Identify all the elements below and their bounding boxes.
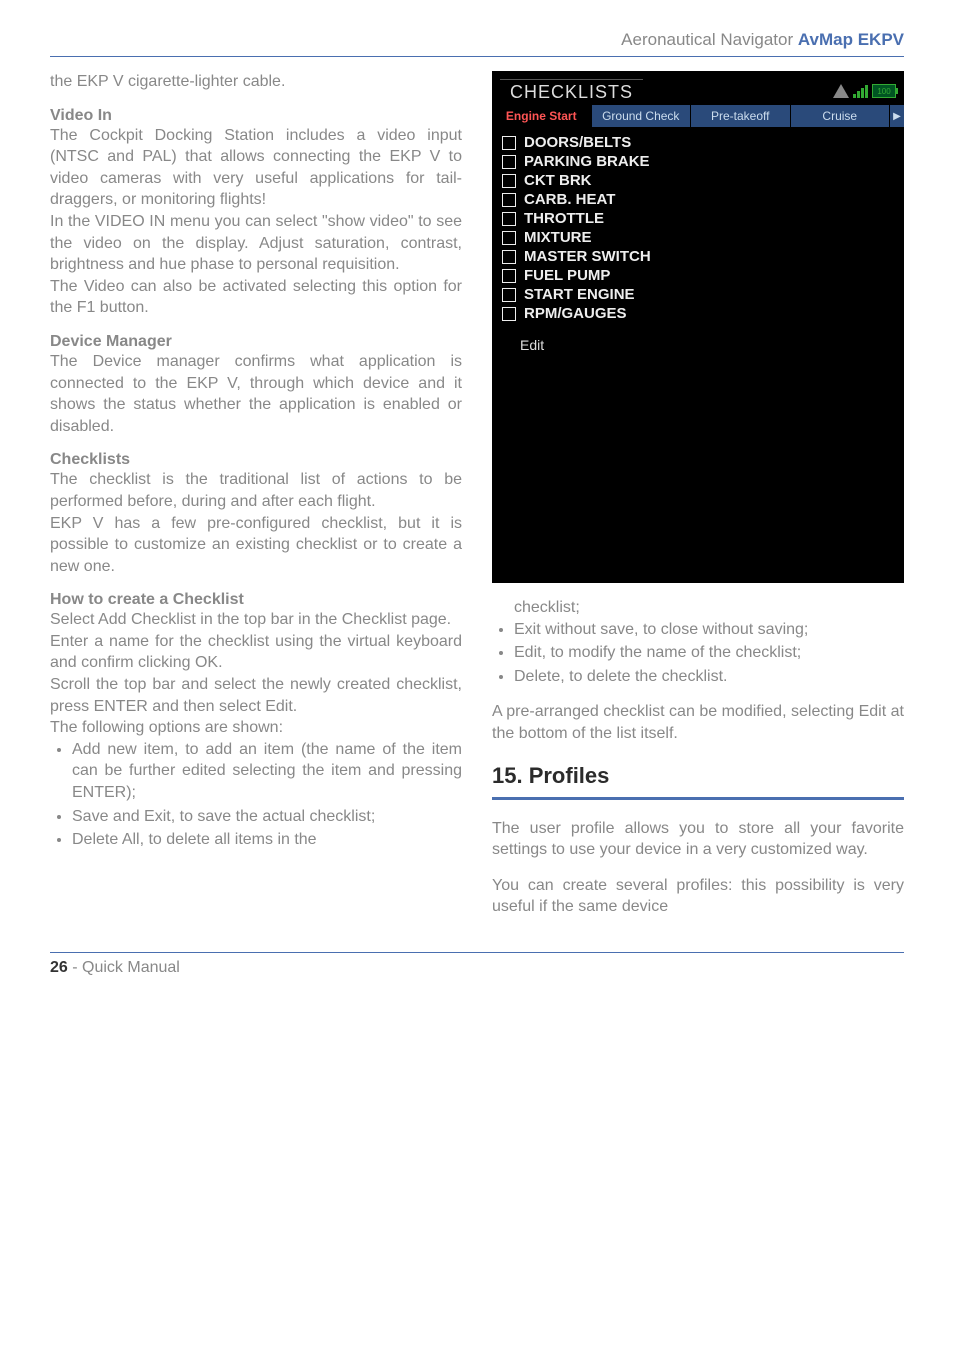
video-in-p3: The Video can also be activated selectin…	[50, 276, 462, 319]
section-rule	[492, 797, 904, 800]
video-in-p1: The Cockpit Docking Station includes a v…	[50, 125, 462, 211]
list-item: Delete All, to delete all items in the	[72, 829, 462, 851]
checklist-row[interactable]: DOORS/BELTS	[502, 133, 894, 152]
cont-first: checklist;	[514, 597, 904, 619]
howto-heading: How to create a Checklist	[50, 591, 462, 609]
list-item: Delete, to delete the checklist.	[514, 666, 904, 688]
page-footer: 26 - Quick Manual	[50, 952, 904, 977]
checklist-row[interactable]: PARKING BRAKE	[502, 152, 894, 171]
checklist-row[interactable]: FUEL PUMP	[502, 266, 894, 285]
checkbox-icon[interactable]	[502, 269, 516, 283]
device-manager-p: The Device manager confirms what applica…	[50, 351, 462, 437]
howto-p1: Select Add Checklist in the top bar in t…	[50, 609, 462, 631]
tab-engine-start[interactable]: Engine Start	[492, 105, 592, 127]
checklist-label: MIXTURE	[524, 229, 592, 246]
list-item: Save and Exit, to save the actual checkl…	[72, 806, 462, 828]
profiles-p1: The user profile allows you to store all…	[492, 818, 904, 861]
tab-ground-check[interactable]: Ground Check	[592, 105, 692, 127]
tab-pre-takeoff[interactable]: Pre-takeoff	[691, 105, 791, 127]
right-column: CHECKLISTS 100 Engine Start Ground Check…	[492, 71, 904, 932]
list-item: Edit, to modify the name of the checklis…	[514, 642, 904, 664]
battery-icon: 100	[872, 84, 896, 98]
intro-cont: the EKP V cigarette-lighter cable.	[50, 71, 462, 93]
list-item: Exit without save, to close without savi…	[514, 619, 904, 641]
checklist-label: RPM/GAUGES	[524, 305, 627, 322]
howto-p4: The following options are shown:	[50, 717, 462, 739]
video-in-heading: Video In	[50, 107, 462, 125]
howto-list: Add new item, to add an item (the name o…	[50, 739, 462, 851]
checkbox-icon[interactable]	[502, 288, 516, 302]
checkbox-icon[interactable]	[502, 250, 516, 264]
page-header: Aeronautical Navigator AvMap EKPV	[50, 30, 904, 57]
checkbox-icon[interactable]	[502, 231, 516, 245]
checklist-row[interactable]: RPM/GAUGES	[502, 304, 894, 323]
signal-bars-icon	[853, 85, 868, 98]
battery-level: 100	[877, 87, 890, 96]
checklist-items: DOORS/BELTS PARKING BRAKE CKT BRK CARB. …	[492, 127, 904, 363]
checklist-label: MASTER SWITCH	[524, 248, 651, 265]
checklist-row[interactable]: CKT BRK	[502, 171, 894, 190]
checklists-p1: The checklist is the traditional list of…	[50, 469, 462, 512]
checklist-label: FUEL PUMP	[524, 267, 610, 284]
howto-p3: Scroll the top bar and select the newly …	[50, 674, 462, 717]
profiles-p2: You can create several profiles: this po…	[492, 875, 904, 918]
list-item: Add new item, to add an item (the name o…	[72, 739, 462, 804]
checkbox-icon[interactable]	[502, 174, 516, 188]
checkbox-icon[interactable]	[502, 155, 516, 169]
checklist-label: START ENGINE	[524, 286, 635, 303]
status-bar: 100	[833, 84, 896, 98]
checklist-label: CKT BRK	[524, 172, 592, 189]
checklist-row[interactable]: CARB. HEAT	[502, 190, 894, 209]
video-in-p2: In the VIDEO IN menu you can select "sho…	[50, 211, 462, 276]
tab-scroll-right-icon[interactable]: ▶	[890, 105, 904, 127]
satellite-icon	[833, 84, 849, 98]
cont-list: Exit without save, to close without savi…	[492, 619, 904, 688]
screenshot-title: CHECKLISTS	[500, 79, 643, 103]
checkbox-icon[interactable]	[502, 136, 516, 150]
brand-name: AvMap EKPV	[798, 30, 904, 49]
checklist-label: THROTTLE	[524, 210, 604, 227]
checklist-label: CARB. HEAT	[524, 191, 615, 208]
howto-p2: Enter a name for the checklist using the…	[50, 631, 462, 674]
footer-label: - Quick Manual	[68, 959, 180, 976]
checkbox-icon[interactable]	[502, 307, 516, 321]
page-number: 26	[50, 959, 68, 976]
checkbox-icon[interactable]	[502, 193, 516, 207]
checklist-row[interactable]: THROTTLE	[502, 209, 894, 228]
checklist-screenshot: CHECKLISTS 100 Engine Start Ground Check…	[492, 71, 904, 583]
checklist-label: DOORS/BELTS	[524, 134, 631, 151]
product-name: Aeronautical Navigator	[621, 30, 798, 49]
mod-p: A pre-arranged checklist can be modified…	[492, 701, 904, 744]
edit-button[interactable]: Edit	[520, 337, 894, 353]
checklist-row[interactable]: MASTER SWITCH	[502, 247, 894, 266]
tab-bar: Engine Start Ground Check Pre-takeoff Cr…	[492, 105, 904, 127]
checklist-row[interactable]: MIXTURE	[502, 228, 894, 247]
left-column: the EKP V cigarette-lighter cable. Video…	[50, 71, 462, 932]
checklist-label: PARKING BRAKE	[524, 153, 650, 170]
checklist-row[interactable]: START ENGINE	[502, 285, 894, 304]
device-manager-heading: Device Manager	[50, 333, 462, 351]
checklists-p2: EKP V has a few pre-configured checklist…	[50, 513, 462, 578]
tab-cruise[interactable]: Cruise	[791, 105, 891, 127]
checkbox-icon[interactable]	[502, 212, 516, 226]
checklists-heading: Checklists	[50, 451, 462, 469]
profiles-section-title: 15. Profiles	[492, 763, 904, 789]
